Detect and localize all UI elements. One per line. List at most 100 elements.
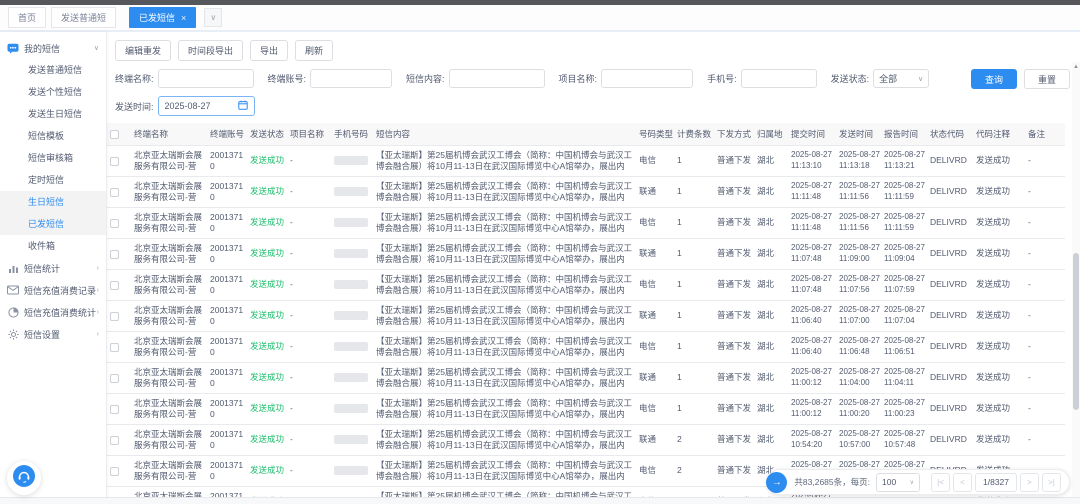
row-checkbox[interactable] xyxy=(110,405,119,414)
page-size-select[interactable]: 100 ∨ xyxy=(876,473,920,492)
send-method-cell: 普通下发 xyxy=(714,269,754,300)
tab-1[interactable]: 首页 xyxy=(8,7,46,28)
send-time-cell: 2025-08-2711:06:48 xyxy=(836,331,881,362)
table-vertical-scrollbar[interactable]: ▲ xyxy=(1072,62,1080,497)
sidebar-group-label: 我的短信 xyxy=(24,42,94,55)
filter-input-5[interactable] xyxy=(741,69,817,88)
table-row: 北京亚太瑞斯会展服务有限公司-营销2001371 0发送成功-【亚太瑞斯】第25… xyxy=(107,300,1065,331)
filter-input-4[interactable] xyxy=(601,69,693,88)
terminal-account-cell: 2001371 0 xyxy=(207,424,247,455)
sidebar-item-3[interactable]: 发送生日短信 xyxy=(0,103,106,125)
sidebar-item-9[interactable]: 收件箱 xyxy=(0,235,106,257)
chevron-down-icon: ∨ xyxy=(210,13,216,22)
time-text: 11:07:04 xyxy=(884,316,924,327)
terminal-account-cell: 2001371 0 xyxy=(207,455,247,486)
sidebar-group-4[interactable]: 短信充值消费统计› xyxy=(0,301,106,323)
pagination-toggle-button[interactable]: → xyxy=(766,472,787,493)
billing-count-cell: 1 xyxy=(674,145,714,176)
tab-2[interactable]: 发送普通短 xyxy=(51,7,116,28)
select-all-checkbox[interactable] xyxy=(110,130,119,139)
row-checkbox[interactable] xyxy=(110,436,119,445)
time-text: 11:06:48 xyxy=(839,347,878,358)
sidebar-group-5[interactable]: 短信设置› xyxy=(0,323,106,345)
sidebar-group-3[interactable]: 短信充值消费记录› xyxy=(0,279,106,301)
close-icon[interactable]: × xyxy=(181,13,186,23)
send-status-select[interactable]: 全部∨ xyxy=(873,69,929,88)
horizontal-scrollbar-strip[interactable] xyxy=(0,497,1080,504)
sms-content-cell: 【亚太瑞斯】第25届机博会武汉工博会（简称：中国机博会与武汉工博会融合展）将10… xyxy=(373,331,636,362)
sidebar-item-4[interactable]: 短信模板 xyxy=(0,125,106,147)
next-page-button[interactable]: > xyxy=(1020,473,1039,492)
report-time-cell: 2025-08-2711:11:59 xyxy=(881,207,927,238)
column-header: 下发方式 xyxy=(714,123,754,145)
terminal-account-cell: 2001371 0 xyxy=(207,176,247,207)
report-time-cell: 2025-08-2711:13:21 xyxy=(881,145,927,176)
query-button[interactable]: 查询 xyxy=(971,69,1017,89)
row-checkbox[interactable] xyxy=(110,219,119,228)
sidebar-item-2[interactable]: 发送个性短信 xyxy=(0,81,106,103)
sidebar-item-6[interactable]: 定时短信 xyxy=(0,169,106,191)
terminal-name-cell: 北京亚太瑞斯会展服务有限公司-营销 xyxy=(131,207,207,238)
send-time-label: 发送时间: xyxy=(115,100,154,113)
filter-actions: 查询 重置 xyxy=(971,69,1070,89)
column-header: 发送时间 xyxy=(836,123,881,145)
time-text: 11:06:51 xyxy=(884,347,924,358)
carrier-cell: 联通 xyxy=(636,176,674,207)
column-header: 短信内容 xyxy=(373,123,636,145)
remark-cell: - xyxy=(1025,393,1065,424)
tab-list-dropdown[interactable]: ∨ xyxy=(204,8,222,27)
filter-input-3[interactable] xyxy=(449,69,545,88)
filter-input-2[interactable] xyxy=(310,69,392,88)
tab-label: 首页 xyxy=(18,11,36,24)
filter-field-3: 短信内容: xyxy=(406,69,545,88)
date-text: 2025-08-27 xyxy=(791,336,833,347)
send-time-value: 2025-08-27 xyxy=(165,101,211,111)
row-checkbox[interactable] xyxy=(110,281,119,290)
sidebar-item-7[interactable]: 生日短信 xyxy=(0,191,106,213)
report-time-cell: 2025-08-2711:07:04 xyxy=(881,300,927,331)
row-checkbox[interactable] xyxy=(110,343,119,352)
terminal-account-cell: 2001371 0 xyxy=(207,207,247,238)
row-checkbox[interactable] xyxy=(110,250,119,259)
toolbar-button-3[interactable]: 导出 xyxy=(250,40,288,61)
sidebar-item-1[interactable]: 发送普通短信 xyxy=(0,59,106,81)
terminal-name: 北京亚太瑞斯会展服务有限公司-营销 xyxy=(134,150,204,171)
prev-page-button[interactable]: < xyxy=(953,473,972,492)
send-time-date-picker[interactable]: 2025-08-27 xyxy=(158,96,255,116)
reset-button[interactable]: 重置 xyxy=(1024,69,1070,89)
scroll-up-icon[interactable]: ▲ xyxy=(1072,64,1080,70)
row-checkbox[interactable] xyxy=(110,467,119,476)
redacted-phone-number xyxy=(334,404,368,413)
date-text: 2025-08-27 xyxy=(839,429,878,440)
row-checkbox[interactable] xyxy=(110,374,119,383)
row-checkbox[interactable] xyxy=(110,312,119,321)
scrollbar-thumb[interactable] xyxy=(1073,253,1079,410)
sidebar-group-2[interactable]: 短信统计› xyxy=(0,257,106,279)
send-status-cell: 发送成功 xyxy=(247,331,287,362)
pagination-total-text: 共83,2685条，每页: xyxy=(794,476,870,488)
phone-number-cell xyxy=(331,393,373,424)
help-float-button[interactable] xyxy=(7,461,41,495)
toolbar-button-2[interactable]: 时间段导出 xyxy=(178,40,243,61)
terminal-name-cell: 北京亚太瑞斯会展服务有限公司-营销 xyxy=(131,269,207,300)
date-text: 2025-08-27 xyxy=(884,274,924,285)
gear-icon xyxy=(7,328,19,340)
toolbar-button-1[interactable]: 编辑重发 xyxy=(115,40,171,61)
filter-input-1[interactable] xyxy=(158,69,254,88)
sidebar-item-5[interactable]: 短信审核箱 xyxy=(0,147,106,169)
tab-3[interactable]: 已发短信× xyxy=(129,7,196,28)
last-page-button[interactable]: >| xyxy=(1042,473,1061,492)
sidebar-group-1[interactable]: 我的短信∨ xyxy=(0,37,106,59)
terminal-name-cell: 北京亚太瑞斯会展服务有限公司-营销 xyxy=(131,176,207,207)
first-page-button[interactable]: |< xyxy=(931,473,950,492)
sidebar-item-8[interactable]: 已发短信 xyxy=(0,213,106,235)
time-text: 11:04:11 xyxy=(884,378,924,389)
chat-icon xyxy=(7,42,19,54)
row-checkbox[interactable] xyxy=(110,188,119,197)
row-checkbox[interactable] xyxy=(110,157,119,166)
region-cell: 湖北 xyxy=(754,207,788,238)
time-text: 11:11:59 xyxy=(884,192,924,203)
toolbar-button-4[interactable]: 刷新 xyxy=(295,40,333,61)
terminal-account-cell: 2001371 0 xyxy=(207,300,247,331)
carrier-cell: 联通 xyxy=(636,300,674,331)
